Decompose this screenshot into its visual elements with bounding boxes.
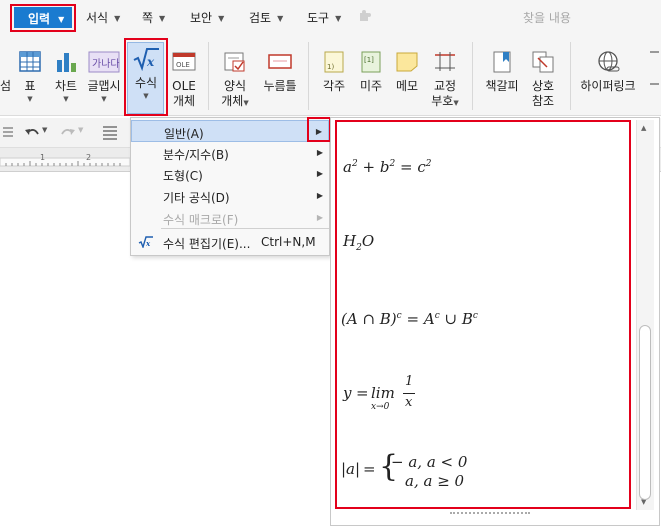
menu-shortcut: Ctrl+N,M (261, 235, 316, 249)
wordart-icon: 가나다 (88, 51, 120, 73)
menu-item-fraction-exponent[interactable]: 분수/지수(B) ▶ (131, 142, 329, 164)
click-field-button[interactable]: 누름틀 (262, 50, 298, 94)
chevron-down-icon: ▼ (243, 99, 249, 107)
chevron-down-icon: ▼ (453, 99, 459, 107)
equation-dropdown-menu: 일반(A) ▶ 분수/지수(B) ▶ 도형(C) ▶ 기타 공식(D) ▶ 수식 매크로… (130, 117, 330, 256)
gallery-scroll-thumb[interactable] (639, 325, 651, 500)
chevron-down-icon: ▼ (63, 95, 69, 103)
ole-object-button[interactable]: OLE OLE 개체 (169, 50, 199, 109)
proofreading-icon (435, 52, 455, 71)
chevron-down-icon: ▼ (114, 14, 121, 23)
equation-de-morgan[interactable]: (A ∩ B)c = Ac ∪ Bc (341, 310, 478, 328)
memo-button[interactable]: 메모 (392, 50, 422, 94)
chart-button[interactable]: 차트 ▼ (52, 50, 80, 104)
chevron-down-icon: ▼ (277, 14, 284, 23)
chevron-down-icon: ▼ (27, 95, 33, 103)
menu-item-equation-macro: 수식 매크로(F) ▶ (163, 213, 323, 227)
menu-item-other-formulas[interactable]: 기타 공식(D) ▶ (131, 185, 329, 207)
form-object-button[interactable]: 양식 개체▼ (217, 50, 253, 111)
ribbon-separator (570, 42, 571, 110)
submenu-arrow-highlight (307, 117, 331, 142)
insert-menu-highlight (10, 4, 76, 32)
equation-water[interactable]: H2O (343, 232, 374, 253)
footnote-button[interactable]: 1) 각주 (318, 50, 350, 94)
chevron-right-icon: ▶ (316, 169, 323, 178)
square-root-icon: x (138, 236, 153, 248)
cross-reference-button[interactable]: 상호 참조 (527, 50, 559, 109)
chevron-down-icon[interactable]: ▼ (42, 126, 47, 134)
ribbon-separator (308, 42, 309, 110)
chevron-right-icon: ▶ (316, 213, 323, 222)
chevron-down-icon: ▼ (335, 14, 342, 23)
menu-security[interactable]: 보안 ▼ (190, 9, 224, 26)
ribbon-separator (472, 42, 473, 110)
chevron-down-icon: ▼ (101, 95, 107, 103)
ribbon-partial-button[interactable]: 섬 (0, 50, 11, 94)
cross-reference-icon (532, 51, 554, 73)
chevron-down-icon[interactable]: ▼ (78, 126, 83, 134)
bookmark-icon (493, 51, 511, 73)
paragraph-format-icon[interactable] (102, 125, 118, 140)
menu-format[interactable]: 서식 ▼ (86, 9, 120, 26)
ruler-mark: 1 (40, 153, 46, 162)
bar-chart-icon (57, 53, 76, 72)
svg-text:가나다: 가나다 (92, 58, 120, 70)
undo-icon[interactable] (24, 126, 40, 140)
table-icon (19, 51, 41, 72)
equation-button-highlight (124, 38, 168, 116)
svg-text:[1]: [1] (364, 56, 374, 64)
form-checkbox-icon (224, 52, 245, 72)
equation-pythagorean[interactable]: a2 + b2 = c2 (343, 158, 431, 176)
endnote-icon: [1] (361, 51, 381, 73)
chevron-down-icon: ▼ (159, 14, 166, 23)
svg-text:x: x (145, 239, 151, 248)
menu-bar: 입력 ▼ 서식 ▼ 쪽 ▼ 보안 ▼ 검토 ▼ 도구 ▼ 찾을 내용 (0, 0, 661, 34)
chain-link-icon[interactable] (648, 46, 661, 58)
menu-item-general[interactable]: 일반(A) ▶ (131, 120, 329, 142)
endnote-button[interactable]: [1] 미주 (356, 50, 386, 94)
menu-review[interactable]: 검토 ▼ (249, 9, 283, 26)
chevron-right-icon: ▶ (316, 191, 323, 200)
proofreading-mark-button[interactable]: 교정 부호▼ (429, 50, 461, 111)
puzzle-icon[interactable] (358, 9, 372, 23)
footnote-icon: 1) (324, 51, 344, 73)
globe-link-icon (598, 51, 620, 72)
chain-link-icon[interactable] (648, 78, 661, 90)
menu-page[interactable]: 쪽 ▼ (142, 9, 165, 26)
wordart-button[interactable]: 가나다 글맵시 ▼ (86, 50, 122, 104)
redo-icon[interactable] (60, 126, 76, 140)
fraction-bar (403, 393, 415, 394)
resize-grip[interactable] (450, 512, 530, 518)
memo-icon (396, 52, 418, 72)
search-input[interactable]: 찾을 내용 (523, 9, 571, 26)
svg-text:OLE: OLE (176, 61, 190, 69)
menu-tools[interactable]: 도구 ▼ (307, 9, 341, 26)
menu-item-shape[interactable]: 도형(C) ▶ (131, 163, 329, 185)
align-icon[interactable] (2, 126, 14, 140)
scroll-up-icon[interactable]: ▲ (641, 124, 646, 132)
ole-icon: OLE (172, 52, 196, 71)
bookmark-button[interactable]: 책갈피 (484, 50, 520, 94)
menu-item-equation-editor[interactable]: x 수식 편집기(E)... Ctrl+N,M (131, 231, 329, 253)
chevron-right-icon: ▶ (316, 148, 323, 157)
click-field-icon (268, 54, 292, 69)
ribbon-separator (208, 42, 209, 110)
menu-divider (161, 228, 329, 229)
hyperlink-button[interactable]: 하이퍼링크 (578, 50, 638, 94)
table-button[interactable]: 표 ▼ (16, 50, 44, 104)
svg-text:1): 1) (327, 63, 334, 71)
chevron-down-icon: ▼ (218, 14, 225, 23)
ruler-mark: 2 (86, 153, 92, 162)
ruler-ticks (0, 157, 130, 167)
